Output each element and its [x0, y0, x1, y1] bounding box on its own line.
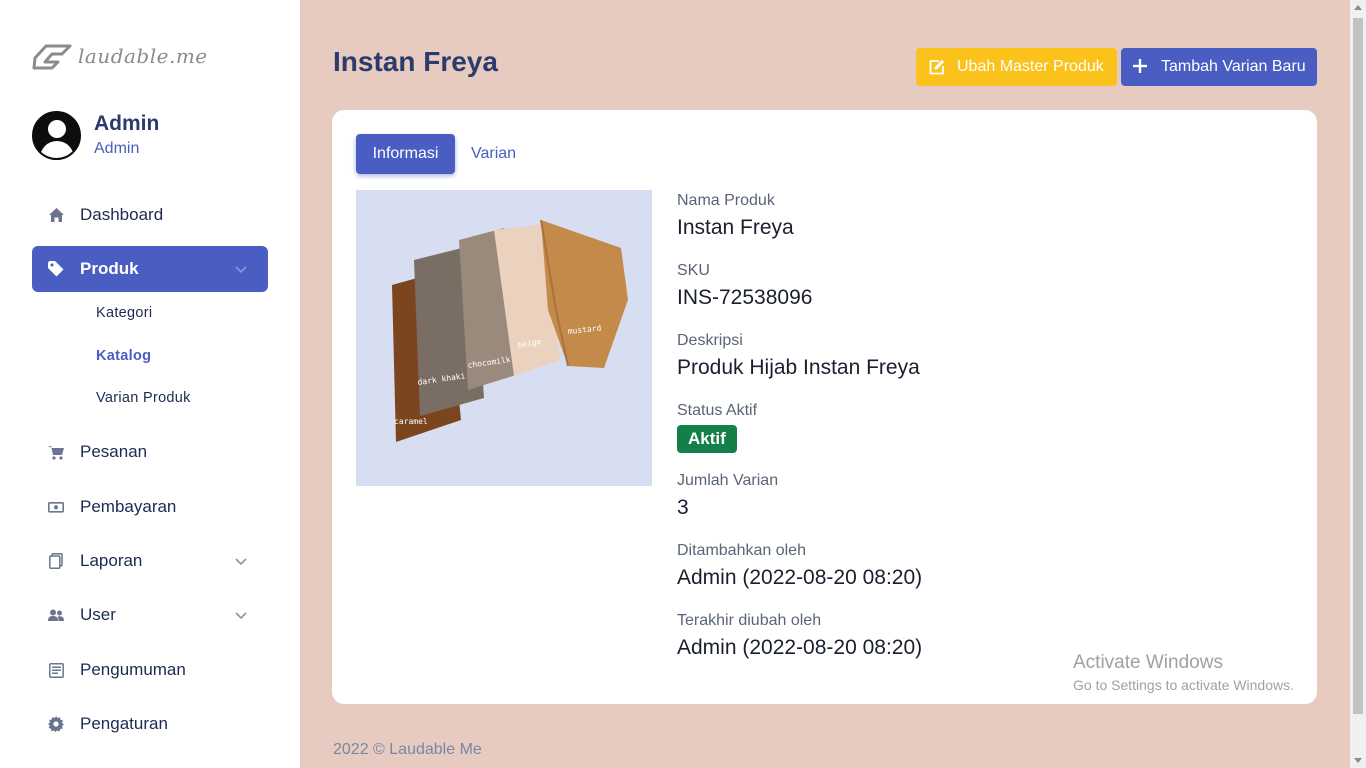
edit-icon	[929, 59, 945, 75]
page-title: Instan Freya	[333, 46, 498, 77]
sidebar-item-label: Pesanan	[80, 442, 148, 461]
tab-informasi[interactable]: Informasi	[356, 134, 455, 174]
watermark-subtitle: Go to Settings to activate Windows.	[1073, 677, 1294, 693]
footer-copyright: 2022 © Laudable Me	[333, 741, 482, 758]
field-nama-produk: Nama Produk Instan Freya	[677, 190, 1177, 242]
sidebar-item-label: Produk	[80, 259, 139, 278]
sidebar-item-pengaturan[interactable]: Pengaturan	[32, 701, 268, 747]
sidebar-item-pengumuman[interactable]: Pengumuman	[32, 647, 268, 693]
field-label: Deskripsi	[677, 332, 743, 349]
profile-role: Admin	[94, 139, 140, 157]
watermark-title: Activate Windows	[1073, 652, 1223, 673]
chevron-down-icon	[234, 261, 248, 275]
logo-text: laudable.me	[78, 44, 208, 68]
avatar[interactable]	[32, 111, 81, 160]
status-badge: Aktif	[677, 425, 737, 453]
field-value: 3	[677, 496, 689, 519]
scroll-up-arrow-icon[interactable]	[1354, 5, 1362, 10]
brand-logo[interactable]: laudable.me	[32, 40, 208, 72]
field-sku: SKU INS-72538096	[677, 260, 1177, 312]
field-label: Ditambahkan oleh	[677, 542, 806, 559]
field-jumlah-varian: Jumlah Varian 3	[677, 470, 1177, 522]
field-label: Terakhir diubah oleh	[677, 612, 822, 629]
edit-master-product-button[interactable]: Ubah Master Produk	[916, 48, 1117, 86]
tag-icon	[48, 261, 64, 277]
sidebar-item-label: Pengaturan	[80, 714, 168, 733]
field-label: Status Aktif	[677, 402, 758, 419]
field-label: SKU	[677, 262, 710, 279]
product-detail-card: Informasi Varian caramel dark khaki choc…	[332, 110, 1317, 704]
sidebar-item-label: Dashboard	[80, 205, 164, 224]
scrollbar-thumb[interactable]	[1353, 18, 1363, 714]
field-deskripsi: Deskripsi Produk Hijab Instan Freya	[677, 330, 1177, 382]
field-value: INS-72538096	[677, 286, 813, 309]
sidebar-item-laporan[interactable]: Laporan	[32, 538, 268, 584]
gear-icon	[48, 716, 64, 732]
sidebar-subitem-kategori[interactable]: Kategori	[96, 305, 152, 321]
field-status-aktif: Status Aktif Aktif	[677, 400, 1177, 453]
product-image: caramel dark khaki chocomilk beige musta…	[356, 190, 652, 486]
sidebar-subitem-varian-produk[interactable]: Varian Produk	[96, 390, 191, 406]
edit-master-product-label: Ubah Master Produk	[957, 58, 1104, 75]
sidebar-item-pembayaran[interactable]: Pembayaran	[32, 484, 268, 530]
sidebar-item-label: Laporan	[80, 551, 143, 570]
plus-icon	[1133, 59, 1149, 75]
page-scrollbar[interactable]	[1350, 0, 1366, 768]
field-value: Instan Freya	[677, 216, 794, 239]
tab-varian[interactable]: Varian	[471, 134, 516, 174]
logo-mark-icon	[32, 44, 72, 70]
user-profile: Admin Admin	[32, 111, 159, 160]
sidebar-item-user[interactable]: User	[32, 592, 268, 638]
report-icon	[48, 553, 64, 569]
add-variant-button[interactable]: Tambah Varian Baru	[1121, 48, 1317, 86]
field-label: Nama Produk	[677, 192, 775, 209]
field-ditambahkan-oleh: Ditambahkan oleh Admin (2022-08-20 08:20…	[677, 540, 1177, 592]
sidebar-item-label: Pembayaran	[80, 497, 177, 516]
cash-icon	[48, 499, 64, 515]
windows-activation-watermark: Activate Windows Go to Settings to activ…	[1073, 651, 1294, 695]
sidebar-item-label: User	[80, 605, 116, 624]
field-value: Produk Hijab Instan Freya	[677, 356, 920, 379]
sidebar-subitem-katalog[interactable]: Katalog	[96, 348, 151, 364]
sidebar-item-produk[interactable]: Produk	[32, 246, 268, 292]
field-value: Admin (2022-08-20 08:20)	[677, 566, 923, 589]
sidebar-item-label: Pengumuman	[80, 660, 186, 679]
announcement-icon	[48, 662, 64, 678]
sidebar-item-dashboard[interactable]: Dashboard	[32, 192, 268, 238]
scroll-down-arrow-icon[interactable]	[1354, 758, 1362, 763]
image-label-caramel: caramel	[394, 417, 428, 426]
sidebar: laudable.me Admin Admin Dashboard Produk	[0, 0, 300, 768]
home-icon	[48, 207, 64, 223]
chevron-down-icon	[234, 607, 248, 621]
sidebar-item-pesanan[interactable]: Pesanan	[32, 429, 268, 475]
chevron-down-icon	[234, 553, 248, 567]
profile-name: Admin	[94, 111, 160, 135]
add-variant-label: Tambah Varian Baru	[1161, 58, 1306, 75]
users-icon	[48, 607, 64, 623]
field-label: Jumlah Varian	[677, 472, 779, 489]
cart-icon	[48, 444, 64, 460]
